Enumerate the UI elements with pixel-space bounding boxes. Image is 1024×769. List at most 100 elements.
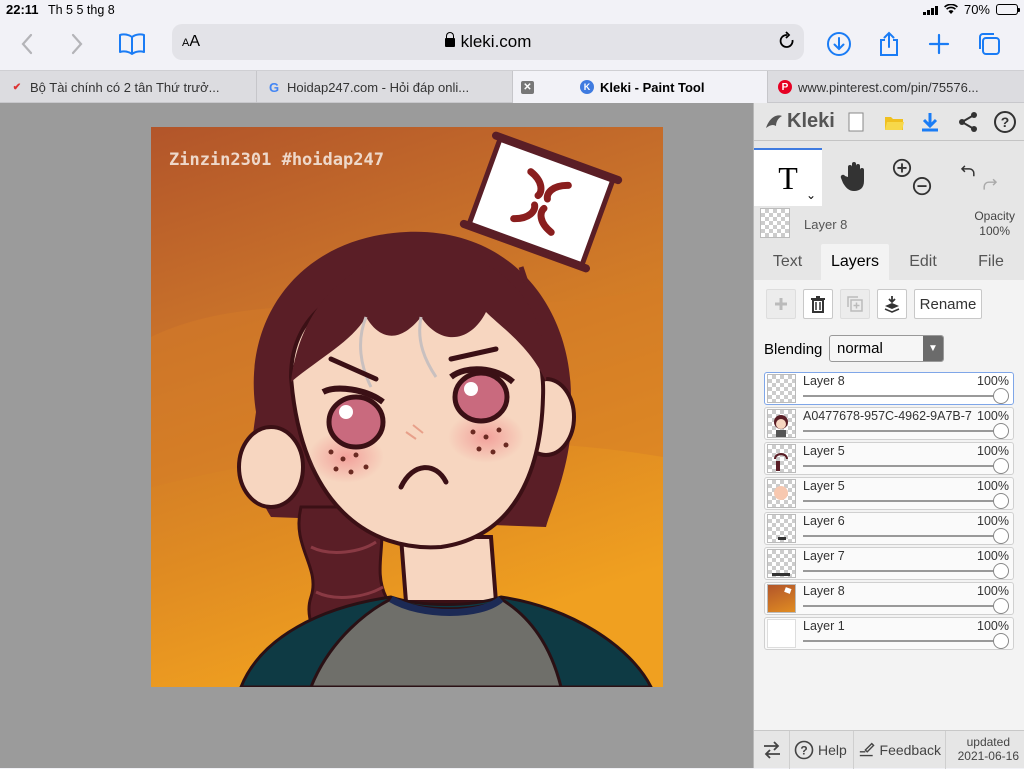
layer-row[interactable]: Layer 5 100%: [764, 442, 1014, 475]
plus-icon: [928, 33, 950, 55]
opacity-slider-track[interactable]: [803, 430, 1001, 432]
rename-button[interactable]: Rename: [914, 289, 982, 319]
tab-layers[interactable]: Layers: [821, 244, 889, 280]
current-layer-thumb: [760, 208, 790, 238]
tabs-overview-button[interactable]: [972, 28, 1006, 60]
merge-layer-button[interactable]: [877, 289, 907, 319]
layer-row[interactable]: A0477678-957C-4962-9A7B-7 100%: [764, 407, 1014, 440]
blending-select[interactable]: normal ▼: [829, 335, 944, 362]
kleki-panel: Kleki ? T ⌄ Layer 8 Opacity 100% Text La…: [753, 103, 1024, 769]
opacity-slider-track[interactable]: [803, 640, 1001, 642]
layer-thumb: [767, 514, 796, 543]
close-tab-icon[interactable]: ✕: [521, 80, 534, 94]
opacity-slider-track[interactable]: [803, 570, 1001, 572]
text-tool-button[interactable]: T ⌄: [754, 148, 822, 206]
browser-tabs: ✔ Bộ Tài chính có 2 tân Thứ trưở... G Ho…: [0, 70, 1024, 103]
opacity-slider-track[interactable]: [803, 500, 1001, 502]
tab-edit[interactable]: Edit: [889, 244, 957, 280]
add-layer-button[interactable]: [766, 289, 796, 319]
question-circle-icon: ?: [794, 740, 814, 760]
open-image-button[interactable]: [880, 108, 908, 136]
plus-icon: [775, 298, 787, 310]
download-circle-icon: [827, 32, 851, 56]
tab-label: www.pinterest.com/pin/75576...: [798, 79, 979, 95]
opacity-slider-knob[interactable]: [993, 528, 1009, 544]
layer-name: Layer 1: [803, 619, 845, 633]
tab-label: Kleki - Paint Tool: [600, 79, 705, 95]
merge-down-icon: [884, 296, 900, 313]
reload-icon[interactable]: [778, 31, 796, 51]
tab-3-active[interactable]: ✕ K Kleki - Paint Tool: [513, 71, 768, 103]
status-time: 22:11: [6, 2, 39, 17]
layer-opacity: 100%: [977, 479, 1009, 493]
layer-row[interactable]: Layer 1 100%: [764, 617, 1014, 650]
chevron-left-icon: [21, 33, 33, 55]
tab-2[interactable]: G Hoidap247.com - Hỏi đáp onli...: [257, 71, 513, 103]
layer-thumb: [767, 409, 796, 438]
opacity-slider-knob[interactable]: [993, 458, 1009, 474]
forward-button[interactable]: [60, 28, 94, 60]
back-button[interactable]: [10, 28, 44, 60]
footer-help-button[interactable]: ? Help: [790, 731, 854, 769]
opacity-slider-track[interactable]: [803, 395, 1001, 397]
current-layer-info: Layer 8 Opacity 100%: [754, 206, 1024, 242]
downloads-button[interactable]: [822, 28, 856, 60]
address-bar[interactable]: AA kleki.com: [172, 24, 804, 60]
help-button[interactable]: ?: [991, 108, 1019, 136]
layer-row[interactable]: Layer 8 100%: [764, 372, 1014, 405]
share-button[interactable]: [872, 28, 906, 60]
swap-side-button[interactable]: [754, 731, 790, 769]
opacity-slider-track[interactable]: [803, 465, 1001, 467]
delete-layer-button[interactable]: [803, 289, 833, 319]
tab-4[interactable]: P www.pinterest.com/pin/75576...: [768, 71, 1024, 103]
kleki-logo[interactable]: Kleki: [764, 110, 835, 133]
tab-1[interactable]: ✔ Bộ Tài chính có 2 tân Thứ trưở...: [0, 71, 257, 103]
opacity-slider-knob[interactable]: [993, 598, 1009, 614]
new-tab-button[interactable]: [922, 28, 956, 60]
kleki-header: Kleki ?: [754, 103, 1024, 141]
duplicate-layer-button[interactable]: [840, 289, 870, 319]
opacity-slider-knob[interactable]: [993, 423, 1009, 439]
opacity-slider-track[interactable]: [803, 605, 1001, 607]
layer-row[interactable]: Layer 5 100%: [764, 477, 1014, 510]
share-image-button[interactable]: [954, 108, 982, 136]
undo-redo-icon: [960, 165, 998, 190]
duplicate-icon: [847, 296, 863, 312]
tab-file[interactable]: File: [957, 244, 1024, 280]
opacity-slider-knob[interactable]: [993, 563, 1009, 579]
swap-arrows-icon: [763, 741, 780, 759]
artwork-image[interactable]: Zinzin2301 #hoidap247: [151, 127, 663, 687]
url-display[interactable]: kleki.com: [172, 32, 804, 52]
opacity-slider-knob[interactable]: [993, 493, 1009, 509]
wifi-icon: [944, 4, 958, 14]
hand-icon: [840, 162, 864, 191]
layer-name: Layer 6: [803, 514, 845, 528]
opacity-slider-knob[interactable]: [993, 633, 1009, 649]
layer-name: A0477678-957C-4962-9A7B-7: [803, 409, 972, 423]
chevron-down-icon[interactable]: ⌄: [806, 188, 816, 202]
status-right: 70%: [922, 2, 1020, 17]
battery-percent: 70%: [963, 2, 990, 17]
undo-redo-button[interactable]: [959, 156, 999, 198]
tab-text[interactable]: Text: [754, 244, 821, 280]
layer-row[interactable]: Layer 7 100%: [764, 547, 1014, 580]
blending-label: Blending: [764, 341, 823, 358]
drawing-canvas[interactable]: Zinzin2301 #hoidap247: [151, 127, 663, 687]
layer-row[interactable]: Layer 6 100%: [764, 512, 1014, 545]
canvas-workarea[interactable]: Zinzin2301 #hoidap247: [0, 103, 753, 768]
url-text: kleki.com: [460, 32, 532, 51]
layer-thumb: [767, 374, 796, 403]
hand-tool-button[interactable]: [834, 156, 874, 198]
save-button[interactable]: [916, 108, 944, 136]
layer-name: Layer 7: [803, 549, 845, 563]
bookmarks-button[interactable]: [115, 28, 149, 60]
share-icon: [880, 31, 898, 56]
feedback-button[interactable]: Feedback: [854, 731, 946, 769]
new-image-button[interactable]: [842, 108, 870, 136]
layer-row[interactable]: Layer 8 100%: [764, 582, 1014, 615]
battery-icon: [996, 4, 1020, 15]
zoom-button[interactable]: [892, 156, 932, 198]
opacity-slider-knob[interactable]: [993, 388, 1009, 404]
lock-icon: [444, 32, 455, 47]
opacity-slider-track[interactable]: [803, 535, 1001, 537]
